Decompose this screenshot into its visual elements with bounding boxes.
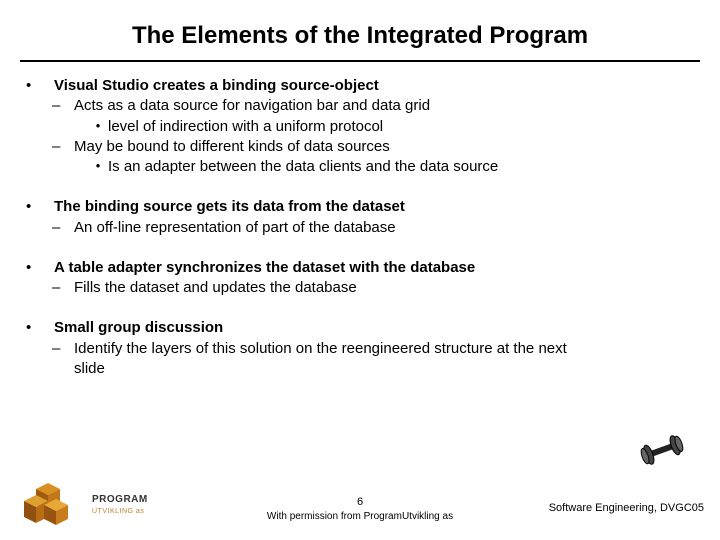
bullet-dot-icon: • xyxy=(22,318,54,338)
permission-text: With permission from ProgramUtvikling as xyxy=(267,511,453,522)
logo-text-2: UTVIKLING as xyxy=(92,508,144,515)
bullet-1-2-1-text: Is an adapter between the data clients a… xyxy=(108,157,498,177)
slide-footer: PROGRAM UTVIKLING as 6 With permission f… xyxy=(0,472,720,532)
bullet-dot-icon: • xyxy=(22,197,54,217)
bullet-2-text: The binding source gets its data from th… xyxy=(54,197,405,217)
bullet-dot-icon: • xyxy=(22,76,54,96)
bullet-3-text: A table adapter synchronizes the dataset… xyxy=(54,258,475,278)
sub-dot-icon: • xyxy=(88,117,108,137)
slide: The Elements of the Integrated Program •… xyxy=(0,0,720,540)
bullet-4-1-text: Identify the layers of this solution on … xyxy=(74,339,594,380)
dash-icon: – xyxy=(52,137,74,157)
slide-content: • Visual Studio creates a binding source… xyxy=(0,62,720,379)
course-label: Software Engineering, DVGC05 xyxy=(549,502,704,514)
bullet-4-text: Small group discussion xyxy=(54,318,223,338)
bullet-3-1-text: Fills the dataset and updates the databa… xyxy=(74,278,357,298)
bullet-4: • Small group discussion – Identify the … xyxy=(22,318,698,379)
bullet-2-1-text: An off-line representation of part of th… xyxy=(74,218,396,238)
logo-text-1: PROGRAM xyxy=(92,494,148,505)
bullet-1: • Visual Studio creates a binding source… xyxy=(22,76,698,177)
bullet-dot-icon: • xyxy=(22,258,54,278)
dash-icon: – xyxy=(52,339,74,380)
dash-icon: – xyxy=(52,96,74,116)
slide-title: The Elements of the Integrated Program xyxy=(0,0,720,60)
dumbbell-icon xyxy=(634,432,690,468)
sub-dot-icon: • xyxy=(88,157,108,177)
bullet-3: • A table adapter synchronizes the datas… xyxy=(22,258,698,299)
dash-icon: – xyxy=(52,278,74,298)
bullet-2: • The binding source gets its data from … xyxy=(22,197,698,238)
bullet-1-1-text: Acts as a data source for navigation bar… xyxy=(74,96,430,116)
bullet-1-2-text: May be bound to different kinds of data … xyxy=(74,137,390,157)
bullet-1-text: Visual Studio creates a binding source-o… xyxy=(54,76,379,96)
page-number: 6 xyxy=(357,496,363,508)
dash-icon: – xyxy=(52,218,74,238)
cube-logo-icon xyxy=(22,483,70,530)
program-utvikling-logo: PROGRAM UTVIKLING as xyxy=(92,494,148,516)
bullet-1-1-1-text: level of indirection with a uniform prot… xyxy=(108,117,383,137)
